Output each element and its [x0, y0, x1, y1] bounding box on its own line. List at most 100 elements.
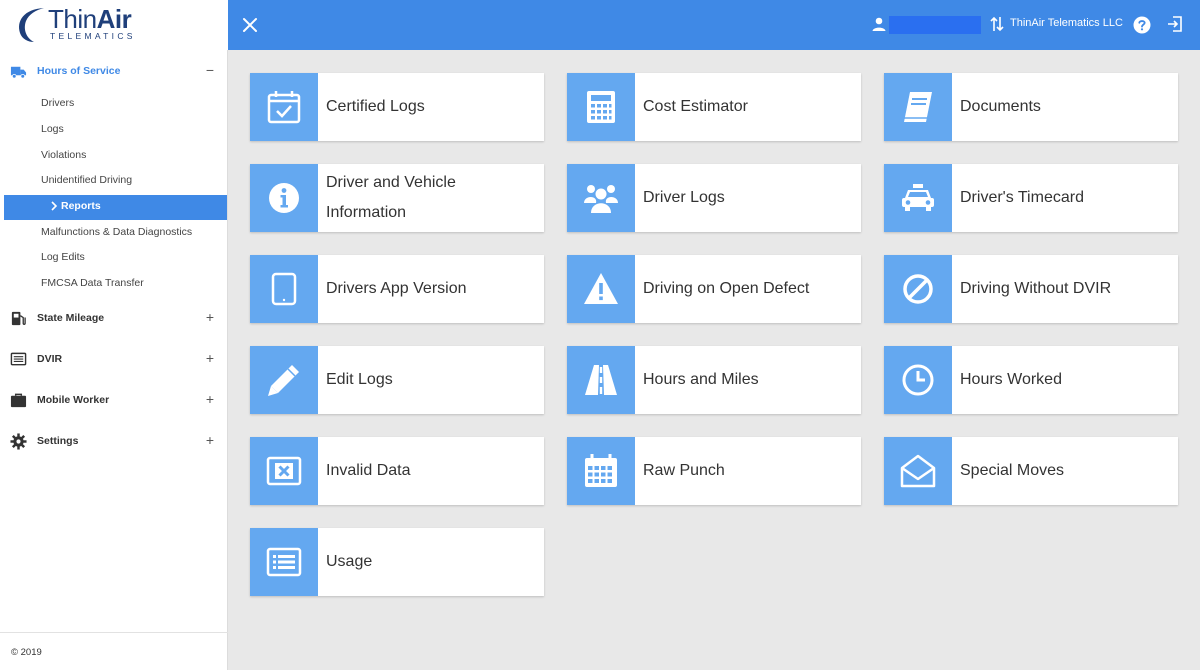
- expand-toggle[interactable]: +: [202, 391, 218, 407]
- report-card-edit-logs[interactable]: Edit Logs: [250, 346, 544, 414]
- report-card-special-moves[interactable]: Special Moves: [884, 437, 1178, 505]
- calendar-check-icon: [267, 91, 301, 124]
- report-card-label: Hours Worked: [960, 371, 1062, 388]
- pencil-icon: [268, 365, 299, 396]
- report-card-label: Certified Logs: [326, 98, 425, 115]
- report-card-label: Driver's Timecard: [960, 189, 1084, 206]
- report-card-driving-without-dvir[interactable]: Driving Without DVIR: [884, 255, 1178, 323]
- sidebar-item-label: Drivers: [41, 97, 75, 109]
- ban-icon: [903, 274, 933, 304]
- calendar-grid-icon: [585, 454, 617, 487]
- report-card-label: Drivers App Version: [326, 280, 467, 297]
- report-card-label: Special Moves: [960, 462, 1065, 479]
- book-icon: [901, 92, 932, 123]
- report-card-label: Usage: [326, 553, 373, 570]
- chevron-right-icon: [51, 201, 58, 211]
- sidebar-group-mobile-worker[interactable]: Mobile Worker +: [0, 380, 228, 420]
- copyright: © 2019: [11, 647, 42, 658]
- sidebar-item-label: Unidentified Driving: [41, 174, 133, 186]
- expand-toggle[interactable]: +: [202, 432, 218, 448]
- report-card-label: Driver Logs: [643, 189, 725, 206]
- logo-subtitle: TELEMATICS: [50, 31, 136, 41]
- report-card-raw-punch[interactable]: Raw Punch: [567, 437, 861, 505]
- report-card-label: Driving on Open Defect: [643, 280, 810, 297]
- list-icon: [10, 352, 27, 366]
- sidebar-group-state-mileage[interactable]: State Mileage +: [0, 298, 228, 338]
- report-card-label: Invalid Data: [326, 462, 411, 479]
- report-card-drivers-timecard[interactable]: Driver's Timecard: [884, 164, 1178, 232]
- report-card-label: Driver and Vehicle Information: [326, 174, 456, 221]
- x-box-icon: [266, 456, 302, 486]
- road-icon: [585, 365, 617, 395]
- sidebar-item-label: Violations: [41, 149, 87, 161]
- sidebar-group-label: DVIR: [37, 353, 63, 365]
- expand-toggle[interactable]: +: [202, 350, 218, 366]
- sidebar-group-label: Settings: [37, 435, 79, 447]
- warning-icon: [584, 273, 618, 304]
- report-card-drivers-app-version[interactable]: Drivers App Version: [250, 255, 544, 323]
- logout-icon[interactable]: [1166, 15, 1184, 33]
- swoosh-logo-icon: [19, 8, 44, 42]
- gear-icon: [10, 433, 27, 450]
- sidebar-item-logs[interactable]: Logs: [0, 118, 228, 143]
- footer: © 2019: [0, 632, 228, 670]
- users-icon: [584, 185, 618, 213]
- sidebar-item-malfunctions[interactable]: Malfunctions & Data Diagnostics: [0, 221, 228, 246]
- sidebar-item-unidentified-driving[interactable]: Unidentified Driving: [0, 169, 228, 194]
- report-card-label: Raw Punch: [643, 462, 725, 479]
- sidebar-item-label: Log Edits: [41, 251, 85, 263]
- clock-icon: [902, 364, 934, 396]
- truck-icon: [10, 66, 27, 79]
- sidebar-item-fmcsa-data-transfer[interactable]: FMCSA Data Transfer: [0, 272, 228, 297]
- tablet-icon: [271, 272, 297, 306]
- report-card-label: Driving Without DVIR: [960, 280, 1112, 297]
- logo-wordmark: ThinAir: [48, 4, 132, 34]
- report-card-cost-estimator[interactable]: Cost Estimator: [567, 73, 861, 141]
- open-envelope-icon: [900, 454, 936, 488]
- sidebar-group-settings[interactable]: Settings +: [0, 421, 228, 461]
- sidebar-group-label: State Mileage: [37, 312, 105, 324]
- user-name-redacted[interactable]: [889, 16, 981, 34]
- sidebar-group-label: Hours of Service: [37, 65, 121, 77]
- sidebar-item-label: FMCSA Data Transfer: [41, 277, 144, 289]
- sidebar-group-dvir[interactable]: DVIR +: [0, 339, 228, 379]
- sidebar: Hours of Service − Drivers Logs Violatio…: [0, 50, 228, 670]
- report-card-hours-worked[interactable]: Hours Worked: [884, 346, 1178, 414]
- report-card-hours-and-miles[interactable]: Hours and Miles: [567, 346, 861, 414]
- report-card-driving-on-open-defect[interactable]: Driving on Open Defect: [567, 255, 861, 323]
- report-card-label: Documents: [960, 98, 1041, 115]
- expand-toggle[interactable]: +: [202, 309, 218, 325]
- report-card-driver-and-vehicle-information[interactable]: Driver and Vehicle Information: [250, 164, 544, 232]
- report-card-label: Cost Estimator: [643, 98, 748, 115]
- sidebar-item-label: Logs: [41, 123, 64, 135]
- briefcase-icon: [10, 393, 27, 408]
- sidebar-item-violations[interactable]: Violations: [0, 144, 228, 169]
- logo[interactable]: ThinAir TELEMATICS: [0, 0, 228, 50]
- taxi-icon: [902, 184, 934, 211]
- sidebar-group-hours-of-service[interactable]: Hours of Service −: [0, 51, 228, 91]
- close-icon[interactable]: [238, 13, 262, 37]
- report-card-certified-logs[interactable]: Certified Logs: [250, 73, 544, 141]
- report-card-label: Hours and Miles: [643, 371, 759, 388]
- collapse-toggle[interactable]: −: [202, 62, 218, 78]
- report-card-invalid-data[interactable]: Invalid Data: [250, 437, 544, 505]
- info-icon: [269, 183, 299, 213]
- sidebar-item-reports[interactable]: Reports: [4, 195, 227, 220]
- swap-arrows-icon[interactable]: [989, 15, 1005, 33]
- help-icon[interactable]: [1133, 16, 1151, 34]
- company-name[interactable]: ThinAir Telematics LLC: [1010, 17, 1123, 29]
- report-card-label: Edit Logs: [326, 371, 393, 388]
- fuel-pump-icon: [11, 311, 26, 326]
- sidebar-group-label: Mobile Worker: [37, 394, 110, 406]
- sidebar-item-label: Reports: [61, 200, 101, 212]
- sidebar-item-log-edits[interactable]: Log Edits: [0, 246, 228, 271]
- sidebar-item-drivers[interactable]: Drivers: [0, 92, 228, 117]
- list-box-icon: [266, 547, 302, 577]
- report-card-driver-logs[interactable]: Driver Logs: [567, 164, 861, 232]
- top-bar: ThinAir TELEMATICS ThinAir Telematics LL…: [0, 0, 1200, 50]
- report-card-documents[interactable]: Documents: [884, 73, 1178, 141]
- report-card-usage[interactable]: Usage: [250, 528, 544, 596]
- user-icon[interactable]: [871, 16, 887, 32]
- sidebar-item-label: Malfunctions & Data Diagnostics: [41, 226, 193, 238]
- calculator-icon: [587, 91, 615, 123]
